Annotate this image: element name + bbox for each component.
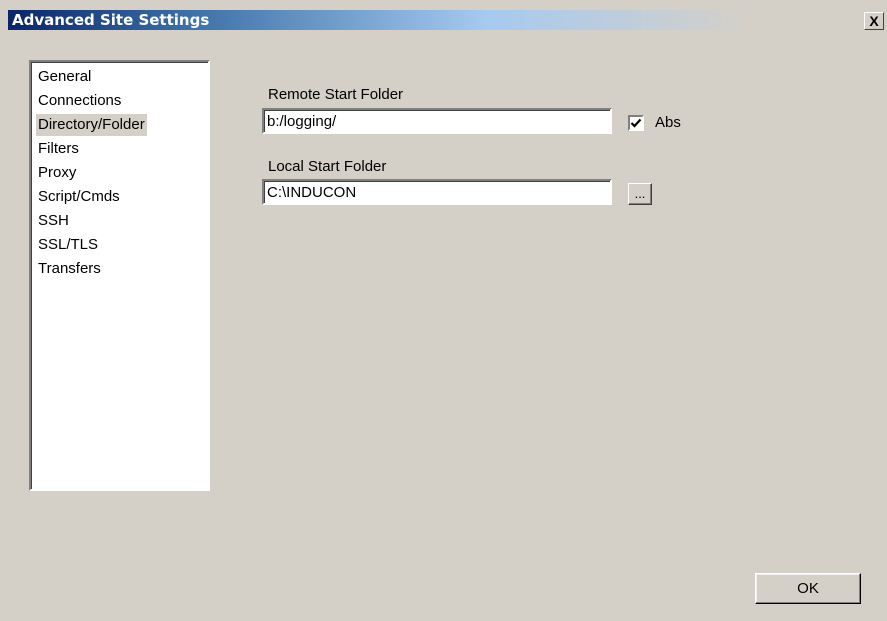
nav-item-transfers[interactable]: Transfers xyxy=(36,258,103,280)
browse-folder-button[interactable]: ... xyxy=(628,183,652,205)
settings-category-list[interactable]: General Connections Directory/Folder Fil… xyxy=(29,60,210,491)
local-start-folder-input[interactable] xyxy=(262,179,612,205)
window-title: Advanced Site Settings xyxy=(12,11,210,29)
ellipsis-icon: ... xyxy=(634,186,646,201)
remote-start-folder-input[interactable] xyxy=(262,108,612,134)
checkmark-icon xyxy=(630,118,642,128)
nav-item-proxy[interactable]: Proxy xyxy=(36,162,78,184)
nav-item-filters[interactable]: Filters xyxy=(36,138,81,160)
local-start-folder-label: Local Start Folder xyxy=(268,158,387,175)
nav-item-ssl-tls[interactable]: SSL/TLS xyxy=(36,234,100,256)
close-button[interactable]: X xyxy=(864,12,884,30)
nav-item-general[interactable]: General xyxy=(36,66,93,88)
nav-item-connections[interactable]: Connections xyxy=(36,90,123,112)
remote-start-folder-label: Remote Start Folder xyxy=(268,86,404,103)
title-bar[interactable]: Advanced Site Settings X xyxy=(0,0,887,35)
abs-checkbox[interactable] xyxy=(628,115,644,131)
nav-item-ssh[interactable]: SSH xyxy=(36,210,71,232)
nav-item-directory-folder[interactable]: Directory/Folder xyxy=(36,114,147,136)
nav-item-script-cmds[interactable]: Script/Cmds xyxy=(36,186,122,208)
close-icon: X xyxy=(869,13,879,29)
ok-button[interactable]: OK xyxy=(755,573,861,604)
abs-label: Abs xyxy=(655,114,681,131)
